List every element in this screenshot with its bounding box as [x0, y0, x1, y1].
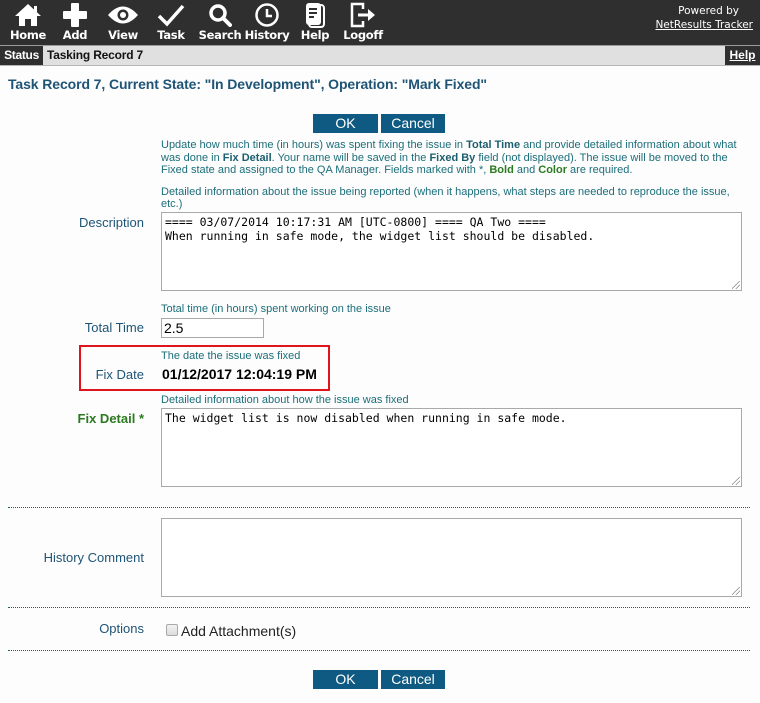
plus-icon	[63, 0, 87, 30]
separator	[8, 507, 750, 508]
magnifier-icon	[208, 0, 232, 30]
description-textarea[interactable]: ==== 03/07/2014 10:17:31 AM [UTC-0800] =…	[161, 212, 742, 291]
powered-by: Powered by NetResults Tracker	[655, 4, 753, 32]
help-link[interactable]: Help	[725, 46, 760, 65]
nav-add[interactable]: Add	[60, 0, 90, 45]
description-hint: Detailed information about the issue bei…	[161, 186, 730, 210]
instructions-bold-fixed-by: Fixed By	[429, 151, 476, 164]
logoff-icon	[349, 0, 377, 30]
instructions-bold-total-time: Total Time	[466, 139, 521, 151]
powered-by-text: Powered by	[678, 5, 739, 17]
fix-detail-hint: Detailed information about how the issue…	[161, 394, 409, 406]
status-tag: Status	[0, 46, 43, 65]
instructions-text: are required.	[567, 164, 633, 176]
nav-search-label: Search	[198, 28, 242, 42]
nav-view[interactable]: View	[106, 0, 140, 45]
netresults-tracker-link[interactable]: NetResults Tracker	[655, 19, 753, 31]
nav-task[interactable]: Task	[156, 0, 186, 45]
eye-icon	[107, 0, 139, 30]
total-time-hint: Total time (in hours) spent working on t…	[161, 303, 391, 315]
add-attachments-label[interactable]: Add Attachment(s)	[181, 623, 296, 639]
cancel-button-top[interactable]: Cancel	[381, 114, 445, 133]
nav-search[interactable]: Search	[198, 0, 242, 45]
nav-home[interactable]: Home	[9, 0, 47, 45]
fix-date-value: 01/12/2017 12:04:19 PM	[162, 366, 317, 382]
fix-detail-textarea[interactable]: The widget list is now disabled when run…	[161, 408, 742, 487]
ok-button-top[interactable]: OK	[313, 114, 378, 133]
history-comment-label: History Comment	[43, 550, 144, 565]
total-time-label: Total Time	[84, 320, 144, 335]
instructions-text: and	[513, 164, 539, 176]
nav-home-label: Home	[9, 28, 47, 42]
document-icon	[304, 0, 326, 30]
instructions-bold-word: Bold	[489, 164, 514, 176]
ok-button-bottom[interactable]: OK	[313, 670, 378, 689]
nav-logoff-label: Logoff	[343, 28, 383, 42]
add-attachments-checkbox[interactable]	[166, 624, 178, 636]
checkmark-icon	[157, 0, 185, 30]
separator	[8, 607, 750, 608]
nav-view-label: View	[108, 28, 138, 42]
instructions-text: . Your name will be saved in the	[271, 151, 430, 164]
nav-logoff[interactable]: Logoff	[343, 0, 383, 45]
nav-history[interactable]: History	[244, 0, 290, 45]
options-label: Options	[99, 621, 144, 636]
nav-task-label: Task	[157, 28, 185, 42]
instructions: Update how much time (in hours) was spen…	[161, 139, 756, 177]
cancel-button-bottom[interactable]: Cancel	[381, 670, 445, 689]
instructions-text: Update how much time (in hours) was spen…	[161, 139, 467, 151]
nav-add-label: Add	[62, 28, 88, 42]
fix-detail-label: Fix Detail *	[77, 411, 144, 426]
fix-date-hint: The date the issue was fixed	[161, 350, 301, 362]
instructions-color-word: Color	[538, 164, 567, 176]
nav-help-label: Help	[300, 28, 330, 42]
top-nav-bar: Home Add View Task Search History Help L…	[0, 0, 760, 45]
nav-help[interactable]: Help	[300, 0, 330, 45]
instructions-bold-fix-detail: Fix Detail	[222, 151, 272, 164]
separator	[8, 650, 750, 651]
page-title: Task Record 7, Current State: "In Develo…	[8, 76, 487, 92]
home-icon	[14, 0, 42, 30]
status-text: Tasking Record 7	[47, 48, 143, 62]
status-bar: Status Tasking Record 7 Help	[0, 45, 760, 66]
nav-history-label: History	[244, 28, 290, 42]
fix-date-label: Fix Date	[95, 367, 144, 382]
history-comment-textarea[interactable]	[161, 518, 742, 597]
clock-icon	[254, 0, 280, 30]
description-label: Description	[78, 215, 144, 230]
total-time-input[interactable]	[161, 318, 264, 338]
